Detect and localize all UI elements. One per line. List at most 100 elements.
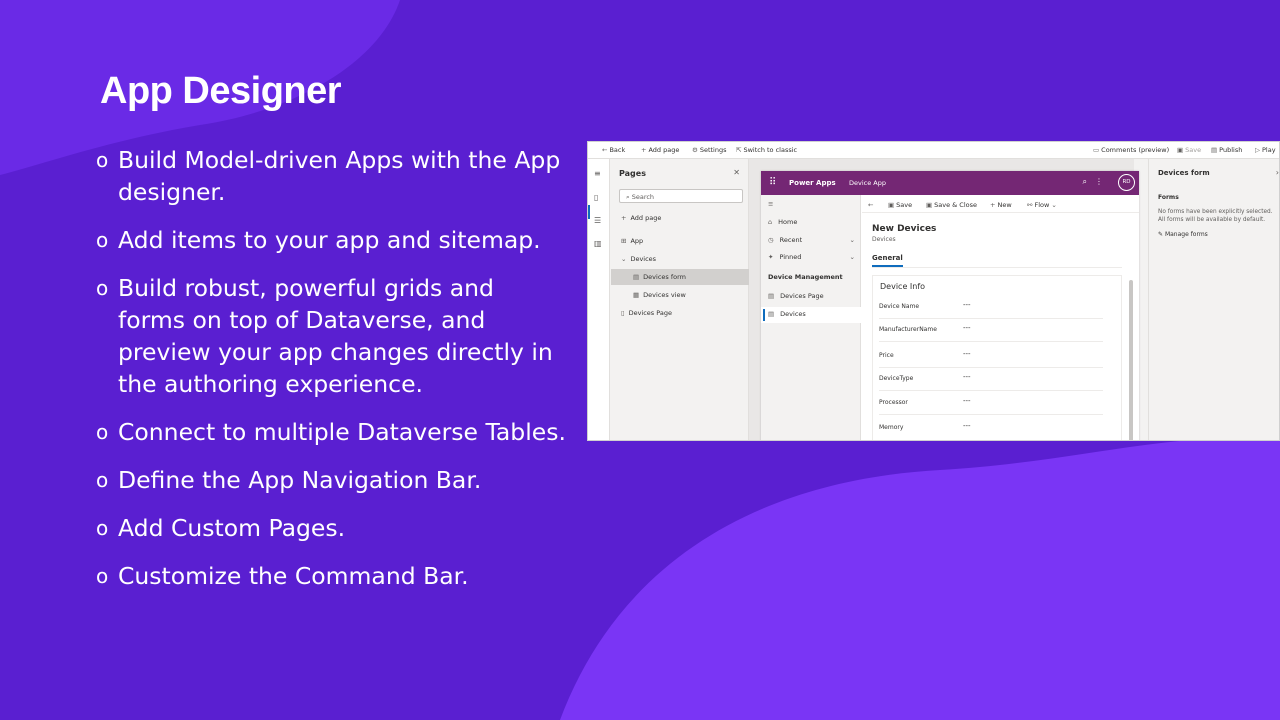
save-button[interactable]: ▣ Save	[1177, 146, 1201, 154]
form-field[interactable]: Device Name ---	[879, 297, 1103, 319]
more-icon[interactable]: ⋮	[1095, 177, 1103, 186]
form-save-button[interactable]: ▣ Save	[888, 201, 912, 209]
page-icon: ▤	[768, 292, 775, 300]
avatar[interactable]: RD	[1118, 174, 1135, 191]
slide-title: App Designer	[100, 70, 342, 112]
plus-icon: +	[990, 201, 996, 209]
publish-button[interactable]: ▤ Publish	[1211, 146, 1242, 154]
bullet-glyph: o	[96, 468, 109, 492]
tab-divider	[872, 267, 1122, 268]
tree-item-devices[interactable]: ⌄ Devices	[611, 251, 749, 267]
bullet-item: o Connect to multiple Dataverse Tables.	[96, 418, 566, 446]
tree-item-app[interactable]: ⊞ App	[611, 233, 749, 249]
designer-command-bar: ← Back + Add page ⚙ Settings ⇱ Switch to cla…	[588, 142, 1279, 159]
home-icon: ⌂	[768, 218, 773, 226]
form-field[interactable]: DeviceType ---	[879, 369, 1103, 391]
back-arrow-icon: ←	[868, 201, 874, 209]
sitemap-item-home[interactable]: ⌂ Home	[761, 218, 861, 226]
form-field[interactable]: Memory ---	[879, 418, 1103, 440]
form-area: ← ▣ Save ▣ Save & Close + New ⚯ Flow ⌄ New D…	[862, 195, 1139, 440]
switch-classic-button[interactable]: ⇱ Switch to classic	[736, 146, 797, 154]
pages-search-input[interactable]: ⌕ Search	[619, 189, 743, 203]
close-icon[interactable]: ✕	[733, 168, 740, 177]
rail-selection-indicator	[588, 205, 590, 219]
pin-icon: ✦	[768, 253, 774, 261]
search-icon[interactable]: ⌕	[1083, 177, 1087, 187]
pencil-icon: ✎	[1158, 231, 1164, 238]
hamburger-icon[interactable]: ≡	[594, 169, 601, 178]
sitemap-item-devices[interactable]: ▤ Devices	[761, 307, 861, 323]
bullet-item: o Add items to your app and sitemap.	[96, 226, 541, 254]
play-icon: ▷	[1255, 146, 1260, 154]
clock-icon: ◷	[768, 236, 774, 244]
active-indicator	[763, 309, 765, 321]
flow-icon: ⚯	[1027, 201, 1033, 209]
bullet-item: o Define the App Navigation Bar.	[96, 466, 482, 494]
form-field[interactable]: Price ---	[879, 346, 1103, 368]
sitemap-group-label: Device Management	[768, 273, 843, 281]
forms-label: Forms	[1158, 194, 1179, 201]
form-field[interactable]: ManufacturerName ---	[879, 320, 1103, 342]
page-icon: ▯	[621, 309, 625, 317]
save-close-button[interactable]: ▣ Save & Close	[926, 201, 977, 209]
plus-icon: +	[621, 214, 627, 222]
comments-button[interactable]: ▭ Comments (preview)	[1093, 146, 1169, 154]
add-page-link[interactable]: + Add page	[611, 210, 749, 226]
bullet-glyph: o	[96, 148, 109, 172]
properties-title: Devices form	[1158, 169, 1210, 177]
save-icon: ▣	[1177, 146, 1184, 154]
gear-icon: ⚙	[692, 146, 698, 154]
bullet-glyph: o	[96, 516, 109, 540]
back-arrow-icon: ←	[602, 146, 608, 154]
view-icon: ▦	[633, 291, 640, 299]
form-field[interactable]: Processor ---	[879, 393, 1103, 415]
left-rail: ≡ ▯ ☰ ▥	[588, 159, 610, 440]
bullet-glyph: o	[96, 564, 109, 588]
manage-forms-link[interactable]: ✎ Manage forms	[1158, 231, 1208, 238]
tab-general[interactable]: General	[872, 254, 903, 267]
sitemap-item-devices-page[interactable]: ▤ Devices Page	[761, 292, 861, 300]
form-subtitle: Devices	[872, 236, 896, 243]
plus-icon: +	[641, 146, 647, 154]
app-sitemap: ≡ ⌂ Home ◷ Recent ⌄ ✦ Pinned ⌄ Device Managem…	[761, 195, 861, 440]
chevron-down-icon: ⌄	[1051, 201, 1057, 209]
sitemap-toggle[interactable]: ≡	[761, 200, 861, 208]
bullet-glyph: o	[96, 228, 109, 252]
sitemap-item-pinned[interactable]: ✦ Pinned ⌄	[761, 253, 861, 261]
back-button[interactable]: ← Back	[602, 146, 625, 154]
table-icon: ▤	[768, 310, 775, 318]
sitemap-item-recent[interactable]: ◷ Recent ⌄	[761, 236, 861, 244]
bullet-item: o Customize the Command Bar.	[96, 562, 469, 590]
forms-description: No forms have been explicitly selected. …	[1158, 209, 1273, 223]
chevron-down-icon: ⌄	[849, 236, 855, 244]
chevron-down-icon: ⌄	[621, 255, 627, 263]
switch-icon: ⇱	[736, 146, 742, 154]
save-icon: ▣	[888, 201, 895, 209]
play-button[interactable]: ▷ Play	[1255, 146, 1276, 154]
tree-item-devices-page[interactable]: ▯ Devices Page	[611, 305, 749, 321]
properties-panel: Devices form › Forms No forms have been …	[1148, 159, 1279, 440]
new-button[interactable]: + New	[990, 201, 1012, 209]
comment-icon: ▭	[1093, 146, 1100, 154]
waffle-icon[interactable]: ⠿	[769, 177, 776, 188]
app-designer-screenshot: ← Back + Add page ⚙ Settings ⇱ Switch to cla…	[587, 141, 1280, 441]
form-back-button[interactable]: ←	[868, 201, 875, 209]
chevron-down-icon: ⌄	[849, 253, 855, 261]
form-command-bar: ← ▣ Save ▣ Save & Close + New ⚯ Flow ⌄	[862, 195, 1139, 213]
settings-button[interactable]: ⚙ Settings	[692, 146, 727, 154]
bullet-item: o Add Custom Pages.	[96, 514, 346, 542]
bullet-item: o Build robust, powerful grids and forms …	[96, 274, 553, 398]
add-page-button[interactable]: + Add page	[641, 146, 679, 154]
pages-icon[interactable]: ▯	[594, 193, 598, 202]
navigation-icon[interactable]: ☰	[594, 216, 601, 225]
bullet-glyph: o	[96, 276, 109, 300]
tree-item-devices-view[interactable]: ▦ Devices view	[611, 287, 749, 303]
chevron-right-icon[interactable]: ›	[1276, 168, 1279, 177]
tree-item-devices-form[interactable]: ▤ Devices form	[611, 269, 749, 285]
form-icon: ▤	[633, 273, 640, 281]
flow-button[interactable]: ⚯ Flow ⌄	[1027, 201, 1059, 209]
hamburger-icon: ≡	[768, 200, 774, 208]
data-icon[interactable]: ▥	[594, 239, 602, 248]
form-scrollbar[interactable]	[1129, 280, 1133, 440]
search-icon: ⌕	[626, 193, 630, 201]
